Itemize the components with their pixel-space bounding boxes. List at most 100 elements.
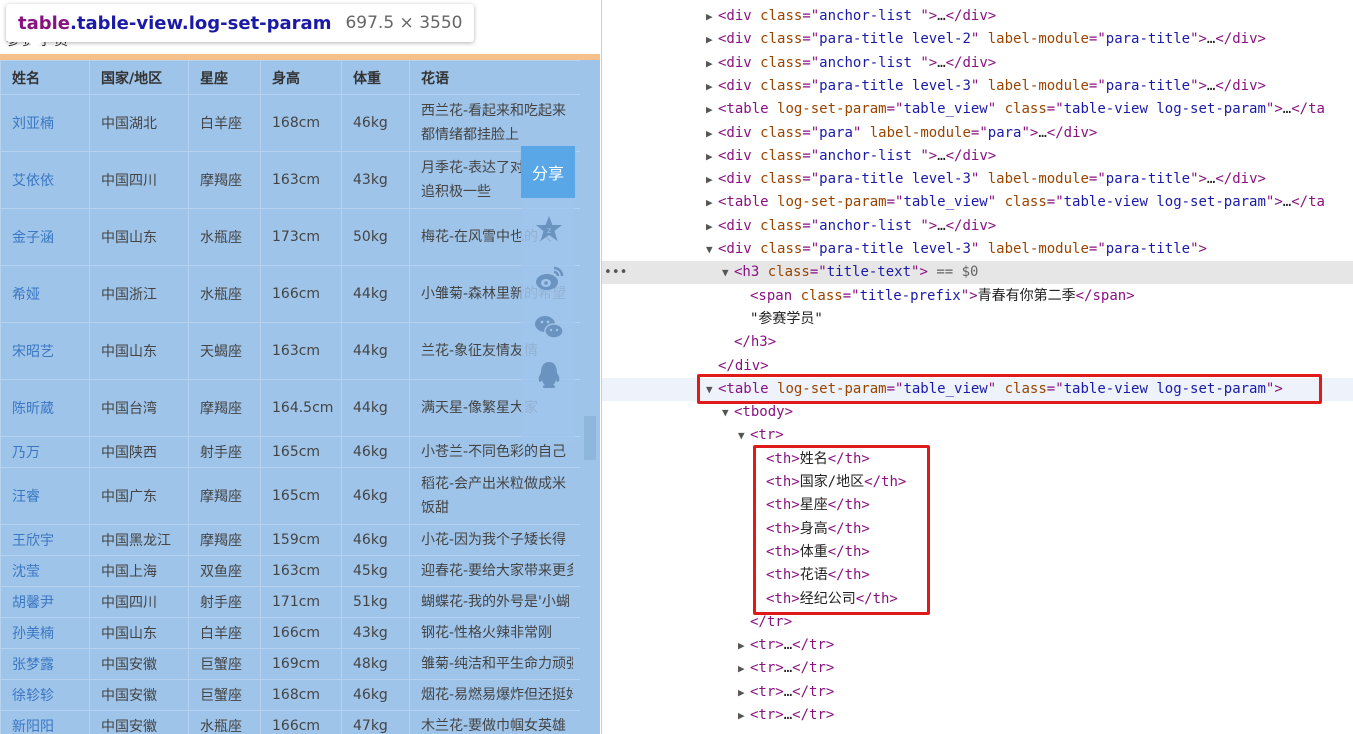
cell-name[interactable]: 沈莹 — [0, 555, 90, 587]
code-token: </tr> — [792, 683, 835, 700]
cell-region: 中国安徽 — [89, 648, 189, 680]
expanded-triangle-icon[interactable]: ▼ — [706, 238, 718, 261]
cell-name[interactable]: 乃万 — [0, 436, 90, 468]
page-scrollbar[interactable] — [580, 60, 600, 734]
expanded-triangle-icon[interactable]: ▼ — [738, 424, 750, 447]
dom-node-line[interactable]: <th>花语</th> — [602, 564, 1353, 587]
dom-node-line[interactable]: ▼ <div class="para-title level-3" label-m… — [602, 238, 1353, 261]
collapsed-triangle-icon[interactable]: ▶ — [706, 98, 718, 121]
cell-name[interactable]: 希娅 — [0, 265, 90, 323]
dom-node-line[interactable]: ••• ▼ <h3 class="title-text"> == $0 — [602, 261, 1353, 285]
dom-node-line[interactable]: ▶ <tr>…</tr> — [602, 681, 1353, 704]
cell-name[interactable]: 王欣宇 — [0, 524, 90, 556]
code-token: table-view log-set-param — [1063, 380, 1266, 397]
cell-name[interactable]: 胡馨尹 — [0, 586, 90, 618]
cell-name[interactable]: 徐轸轸 — [0, 679, 90, 711]
code-token: 花语 — [799, 567, 828, 584]
cell-name[interactable]: 孙美楠 — [0, 617, 90, 649]
dom-node-line[interactable]: </tr> — [602, 611, 1353, 634]
code-token: para-title level-3 — [819, 241, 971, 257]
collapsed-triangle-icon[interactable]: ▶ — [706, 145, 718, 168]
collapsed-triangle-icon[interactable]: ▶ — [706, 28, 718, 51]
cell-flower: 木兰花-要做巾帼女英雄 — [409, 710, 581, 734]
dom-node-line[interactable]: ▶ <tr>…</tr> — [602, 657, 1353, 680]
code-token: class — [760, 217, 803, 234]
collapsed-triangle-icon[interactable]: ▶ — [738, 657, 750, 680]
table-header-cell: 花语 — [409, 60, 581, 95]
cell-name[interactable]: 汪睿 — [0, 467, 90, 525]
dom-node-line[interactable]: "参赛学员" — [602, 308, 1353, 331]
code-token: " — [987, 194, 1005, 211]
code-token: =" — [1046, 194, 1064, 211]
flower-text: 迎春花-要给大家带来更多 — [421, 563, 573, 579]
cell-name[interactable]: 张梦露 — [0, 648, 90, 680]
collapsed-triangle-icon[interactable]: ▶ — [706, 191, 718, 214]
dom-node-line[interactable]: <th>国家/地区</th> — [602, 471, 1353, 494]
code-token: </th> — [827, 520, 870, 537]
dom-node-line[interactable]: ▶ <div class="para-title level-2" label-m… — [602, 28, 1353, 51]
star-icon[interactable]: z — [534, 214, 564, 244]
code-token: … — [937, 54, 946, 71]
cell-name[interactable]: 宋昭艺 — [0, 322, 90, 380]
cell-name[interactable]: 陈昕葳 — [0, 379, 90, 437]
weibo-icon[interactable] — [534, 264, 564, 294]
dom-node-line[interactable]: <th>体重</th> — [602, 541, 1353, 564]
dom-node-line[interactable]: ▶ <div class="anchor-list ">…</div> — [602, 215, 1353, 238]
code-token: =" — [802, 171, 820, 188]
collapsed-triangle-icon[interactable]: ▶ — [706, 168, 718, 191]
cell-name[interactable]: 金子涵 — [0, 208, 90, 266]
dom-node-line[interactable]: ▶ <div class="anchor-list ">…</div> — [602, 145, 1353, 168]
expanded-triangle-icon[interactable]: ▼ — [706, 378, 718, 401]
collapsed-triangle-icon[interactable]: ▶ — [738, 704, 750, 727]
dom-node-line[interactable]: </h3> — [602, 331, 1353, 354]
dom-node-line[interactable]: ▶ <tr>…</tr> — [602, 704, 1353, 727]
code-token: =" — [1088, 241, 1106, 257]
dom-node-line[interactable]: ▶ <div class="anchor-list ">…</div> — [602, 52, 1353, 75]
expanded-triangle-icon[interactable]: ▼ — [722, 261, 734, 284]
collapsed-triangle-icon[interactable]: ▶ — [706, 215, 718, 238]
collapsed-triangle-icon[interactable]: ▶ — [738, 634, 750, 657]
dom-node-line[interactable]: ▶ <table log-set-param="table_view" class… — [602, 98, 1353, 121]
dom-node-line[interactable]: <span class="title-prefix">青春有你第二季</span… — [602, 285, 1353, 308]
expanded-triangle-icon[interactable]: ▼ — [722, 401, 734, 424]
code-token: table_view — [903, 194, 988, 211]
dom-node-line[interactable]: <th>星座</th> — [602, 494, 1353, 517]
collapsed-triangle-icon[interactable]: ▶ — [738, 681, 750, 704]
dom-node-line[interactable]: <th>经纪公司</th> — [602, 588, 1353, 611]
dom-node-line[interactable]: ▶ <div class="para-title level-3" label-m… — [602, 168, 1353, 191]
table-row: 沈莹 中国上海 双鱼座 163cm 45kg 迎春花-要给大家带来更多 — [0, 555, 581, 587]
dom-node-line[interactable]: ▶ <div class="para-title level-3" label-m… — [602, 75, 1353, 98]
collapsed-triangle-icon[interactable]: ▶ — [706, 52, 718, 75]
cell-height: 171cm — [260, 586, 342, 618]
qq-icon[interactable] — [534, 360, 564, 390]
collapsed-triangle-icon[interactable]: ▶ — [706, 75, 718, 98]
cell-height: 163cm — [260, 151, 342, 209]
code-token: <table — [718, 380, 778, 397]
dom-node-line[interactable]: ▶ <div class="anchor-list ">…</div> — [602, 5, 1353, 28]
dom-node-line[interactable]: ▼ <tbody> — [602, 401, 1353, 424]
dom-node-line[interactable]: <th>姓名</th> — [602, 448, 1353, 471]
scrollbar-thumb[interactable] — [584, 416, 596, 460]
dom-node-line[interactable]: ▶ <div class="para" label-module="para">…… — [602, 122, 1353, 145]
dom-node-line[interactable]: ▼ <tr> — [602, 424, 1353, 447]
collapsed-triangle-icon[interactable]: ▶ — [706, 5, 718, 28]
dom-node-line[interactable]: ▼ <table log-set-param="table_view" class… — [602, 377, 1353, 401]
code-token: … — [937, 217, 946, 234]
wechat-icon[interactable] — [534, 312, 564, 342]
node-menu-icon[interactable]: ••• — [604, 261, 627, 284]
table-row: 刘亚楠 中国湖北 白羊座 168cm 46kg 西兰花-看起来和吃起来都情绪都挂脸上 — [0, 94, 581, 152]
cell-name[interactable]: 新阳阳 — [0, 710, 90, 734]
dom-node-line[interactable]: ▶ <tr>…</tr> — [602, 634, 1353, 657]
dom-node-line[interactable]: <th>身高</th> — [602, 518, 1353, 541]
cell-name[interactable]: 刘亚楠 — [0, 94, 90, 152]
table-row: 孙美楠 中国山东 白羊座 166cm 43kg 钢花-性格火辣非常刚 — [0, 617, 581, 649]
collapsed-triangle-icon[interactable]: ▶ — [706, 122, 718, 145]
dom-node-line[interactable]: </div> — [602, 355, 1353, 378]
code-token: </ta — [1291, 194, 1325, 211]
cell-name[interactable]: 艾依依 — [0, 151, 90, 209]
dom-node-line[interactable]: ▶ <table log-set-param="table_view" class… — [602, 191, 1353, 214]
table-header-cell: 星座 — [188, 60, 261, 95]
code-token: title-text — [826, 264, 912, 281]
table-row: 陈昕葳 中国台湾 摩羯座 164.5cm 44kg 满天星-像繁星大家 — [0, 379, 581, 437]
share-button[interactable]: 分享 — [521, 146, 575, 198]
